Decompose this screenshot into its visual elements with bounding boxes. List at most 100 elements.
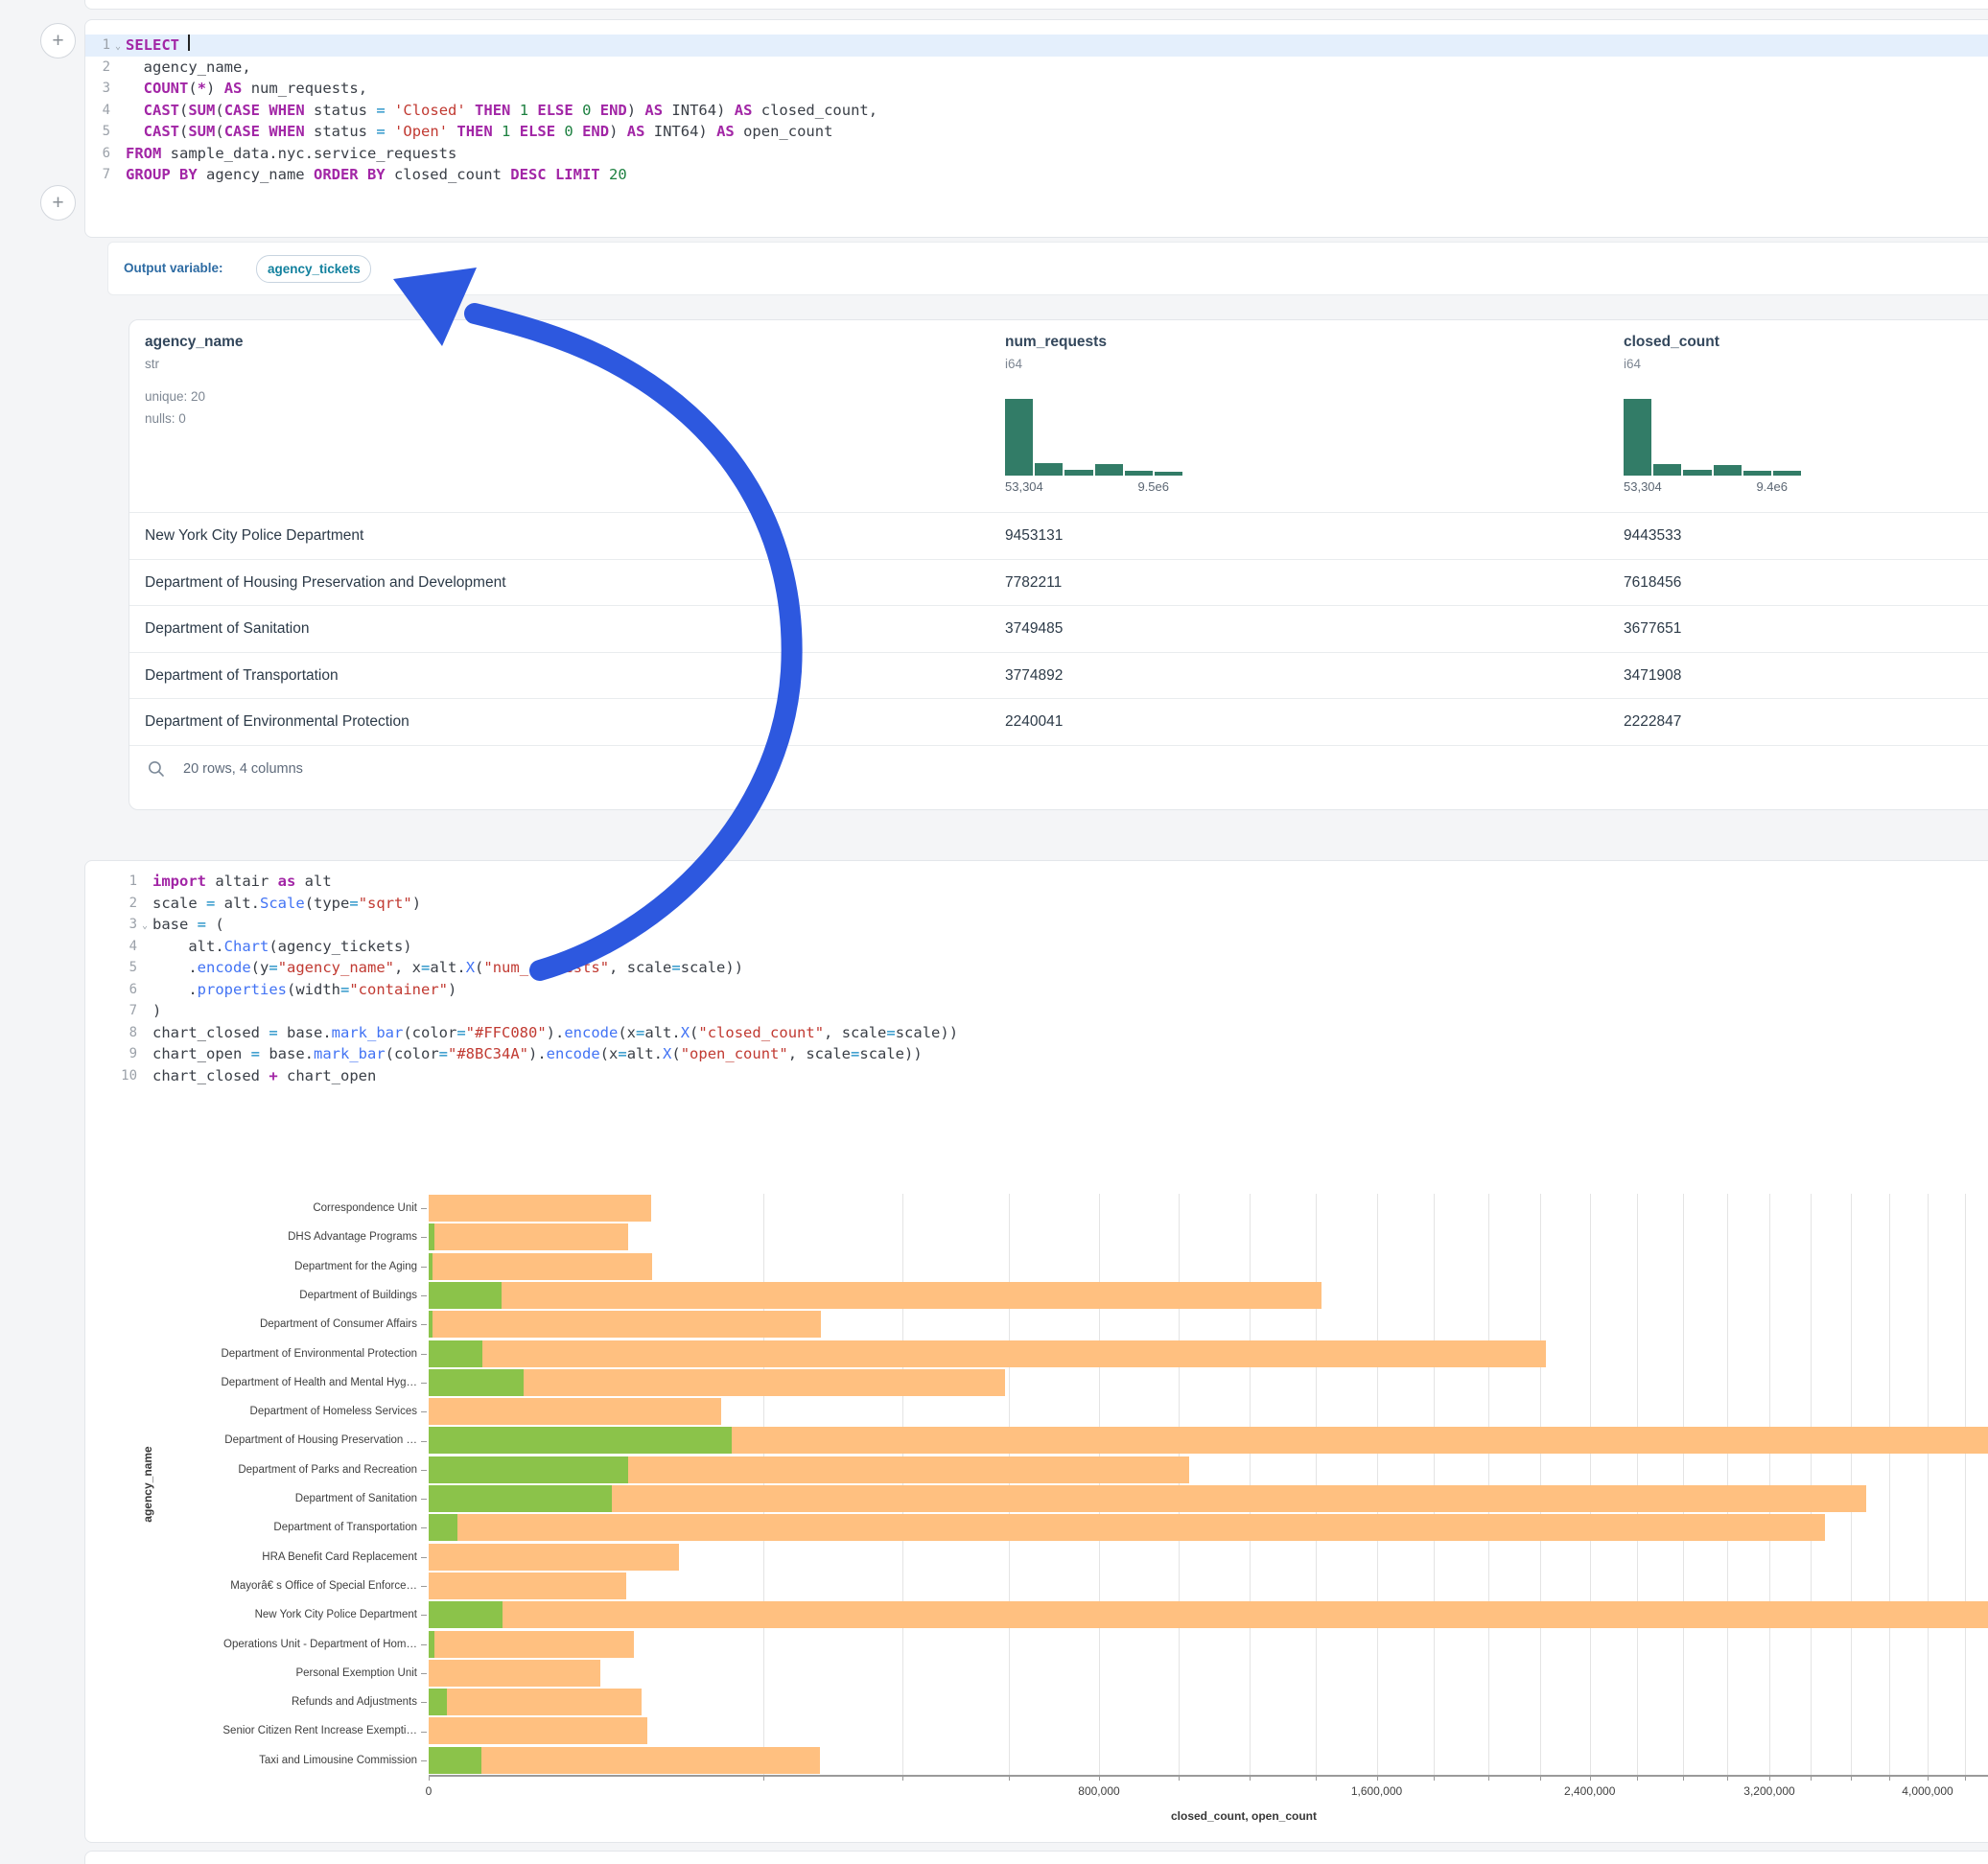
- bar-closed-count: [429, 1282, 1321, 1309]
- table-cell: 3471908: [1624, 653, 1681, 700]
- column-dtype: i64: [1624, 357, 1719, 371]
- y-axis-tick-label: Personal Exemption Unit: [133, 1659, 417, 1688]
- code-token: WHEN: [269, 121, 304, 143]
- histogram-bar: [1005, 399, 1033, 476]
- x-axis-tick: [1889, 1776, 1890, 1781]
- line-number: 4: [85, 100, 110, 122]
- code-token: AS: [224, 78, 243, 100]
- table-cell: 2222847: [1624, 699, 1681, 746]
- code-token: 1: [502, 121, 510, 143]
- x-axis-tick: [1488, 1776, 1489, 1781]
- fold-spacer: [110, 143, 126, 165]
- search-icon[interactable]: [147, 759, 166, 779]
- bar-closed-count: [429, 1601, 1988, 1628]
- table-cell: Department of Sanitation: [145, 606, 309, 653]
- column-header-num_requests[interactable]: num_requestsi64: [1005, 334, 1107, 371]
- x-axis-tick: [1928, 1776, 1929, 1781]
- y-axis-tick: [421, 1470, 427, 1471]
- histogram-bar: [1035, 463, 1063, 476]
- mini-histogram: [1005, 399, 1182, 476]
- sql-code-editor[interactable]: 1⌄SELECT 2 agency_name,3 COUNT(*) AS num…: [85, 35, 1988, 186]
- bar-open-count: [429, 1311, 433, 1338]
- bar-open-count: [429, 1340, 482, 1367]
- text-cursor: [188, 35, 190, 51]
- chart-gridline: [1377, 1194, 1378, 1775]
- y-axis-tick: [421, 1586, 427, 1587]
- bar-open-count: [429, 1485, 612, 1512]
- table-cell: 2240041: [1005, 699, 1063, 746]
- y-axis-tick: [421, 1295, 427, 1296]
- code-line: 2 agency_name,: [85, 57, 1988, 79]
- code-token: ELSE: [537, 100, 573, 122]
- output-variable-pill[interactable]: agency_tickets: [256, 255, 371, 283]
- histogram-bar: [1683, 470, 1711, 476]
- histogram-bar: [1624, 399, 1651, 476]
- y-axis-tick: [421, 1615, 427, 1616]
- table-cell: 3749485: [1005, 606, 1063, 653]
- code-token: [260, 100, 269, 122]
- table-cell: Department of Housing Preservation and D…: [145, 560, 506, 607]
- add-cell-button-output[interactable]: +: [40, 185, 76, 221]
- histogram-min-label: 53,304: [1005, 479, 1043, 494]
- x-axis-tick: [1727, 1776, 1728, 1781]
- x-axis-title: closed_count, open_count: [429, 1809, 1988, 1823]
- bar-closed-count: [429, 1311, 821, 1338]
- code-token: sample_data.nyc.service_requests: [161, 143, 456, 165]
- x-axis-tick-label: 2,400,000: [1564, 1784, 1615, 1798]
- column-header-agency_name[interactable]: agency_namestrunique: 20nulls: 0: [145, 334, 244, 430]
- column-name: agency_name: [145, 334, 244, 351]
- code-token: 'Closed': [394, 100, 466, 122]
- code-token: AS: [627, 121, 645, 143]
- y-axis-tick-label: Senior Citizen Rent Increase Exempti…: [133, 1716, 417, 1745]
- histogram-bar: [1714, 465, 1742, 476]
- code-token: CAST: [144, 100, 179, 122]
- y-axis-tick-label: New York City Police Department: [133, 1600, 417, 1629]
- code-token: status: [305, 100, 377, 122]
- bar-open-count: [429, 1747, 481, 1774]
- code-token: num_requests,: [242, 78, 367, 100]
- dataframe-preview: agency_namestrunique: 20nulls: 0 num_requ…: [129, 319, 1988, 810]
- code-token: END: [600, 100, 627, 122]
- y-axis-tick: [421, 1208, 427, 1209]
- y-axis-tick-label: Department of Health and Mental Hyg…: [133, 1368, 417, 1397]
- code-token: open_count: [735, 121, 833, 143]
- y-axis-tick-label: Department of Homeless Services: [133, 1397, 417, 1426]
- column-name: num_requests: [1005, 334, 1107, 351]
- histogram-bar: [1773, 471, 1801, 476]
- code-token: ORDER BY: [314, 164, 386, 186]
- code-token: ): [206, 78, 224, 100]
- x-axis-tick: [1434, 1776, 1435, 1781]
- code-token: (: [215, 100, 223, 122]
- bar-open-count: [429, 1282, 502, 1309]
- code-line: 5 CAST(SUM(CASE WHEN status = 'Open' THE…: [85, 121, 1988, 143]
- y-axis-tick: [421, 1324, 427, 1325]
- y-axis-tick: [421, 1267, 427, 1268]
- x-axis-tick: [1540, 1776, 1541, 1781]
- histogram-bar: [1064, 470, 1092, 476]
- table-cell: Department of Environmental Protection: [145, 699, 409, 746]
- code-token: [573, 121, 582, 143]
- y-axis-tick-label: Department of Parks and Recreation: [133, 1456, 417, 1484]
- code-token: [573, 100, 582, 122]
- add-cell-button-top[interactable]: +: [40, 23, 76, 58]
- table-cell: 3677651: [1624, 606, 1681, 653]
- python-cell: 1import altair as alt2scale = alt.Scale(…: [84, 860, 1988, 1843]
- x-axis-tick: [1683, 1776, 1684, 1781]
- code-token: [260, 121, 269, 143]
- fold-chevron-down-icon[interactable]: ⌄: [110, 35, 126, 57]
- chart-gridline: [1928, 1194, 1929, 1775]
- chart-gridline: [902, 1194, 903, 1775]
- code-token: agency_name,: [126, 57, 251, 79]
- histogram-max-label: 9.4e6: [1756, 479, 1788, 494]
- table-cell: 9443533: [1624, 513, 1681, 560]
- code-token: agency_name: [198, 164, 314, 186]
- code-token: [493, 121, 502, 143]
- code-token: FROM: [126, 143, 161, 165]
- table-cell: 3774892: [1005, 653, 1063, 700]
- y-axis-tick-label: Department of Environmental Protection: [133, 1340, 417, 1368]
- code-token: INT64): [644, 121, 716, 143]
- column-header-closed_count[interactable]: closed_counti64: [1624, 334, 1719, 371]
- y-axis-tick: [421, 1557, 427, 1558]
- table-row: Department of Housing Preservation and D…: [129, 559, 1988, 607]
- line-number: 2: [85, 57, 110, 79]
